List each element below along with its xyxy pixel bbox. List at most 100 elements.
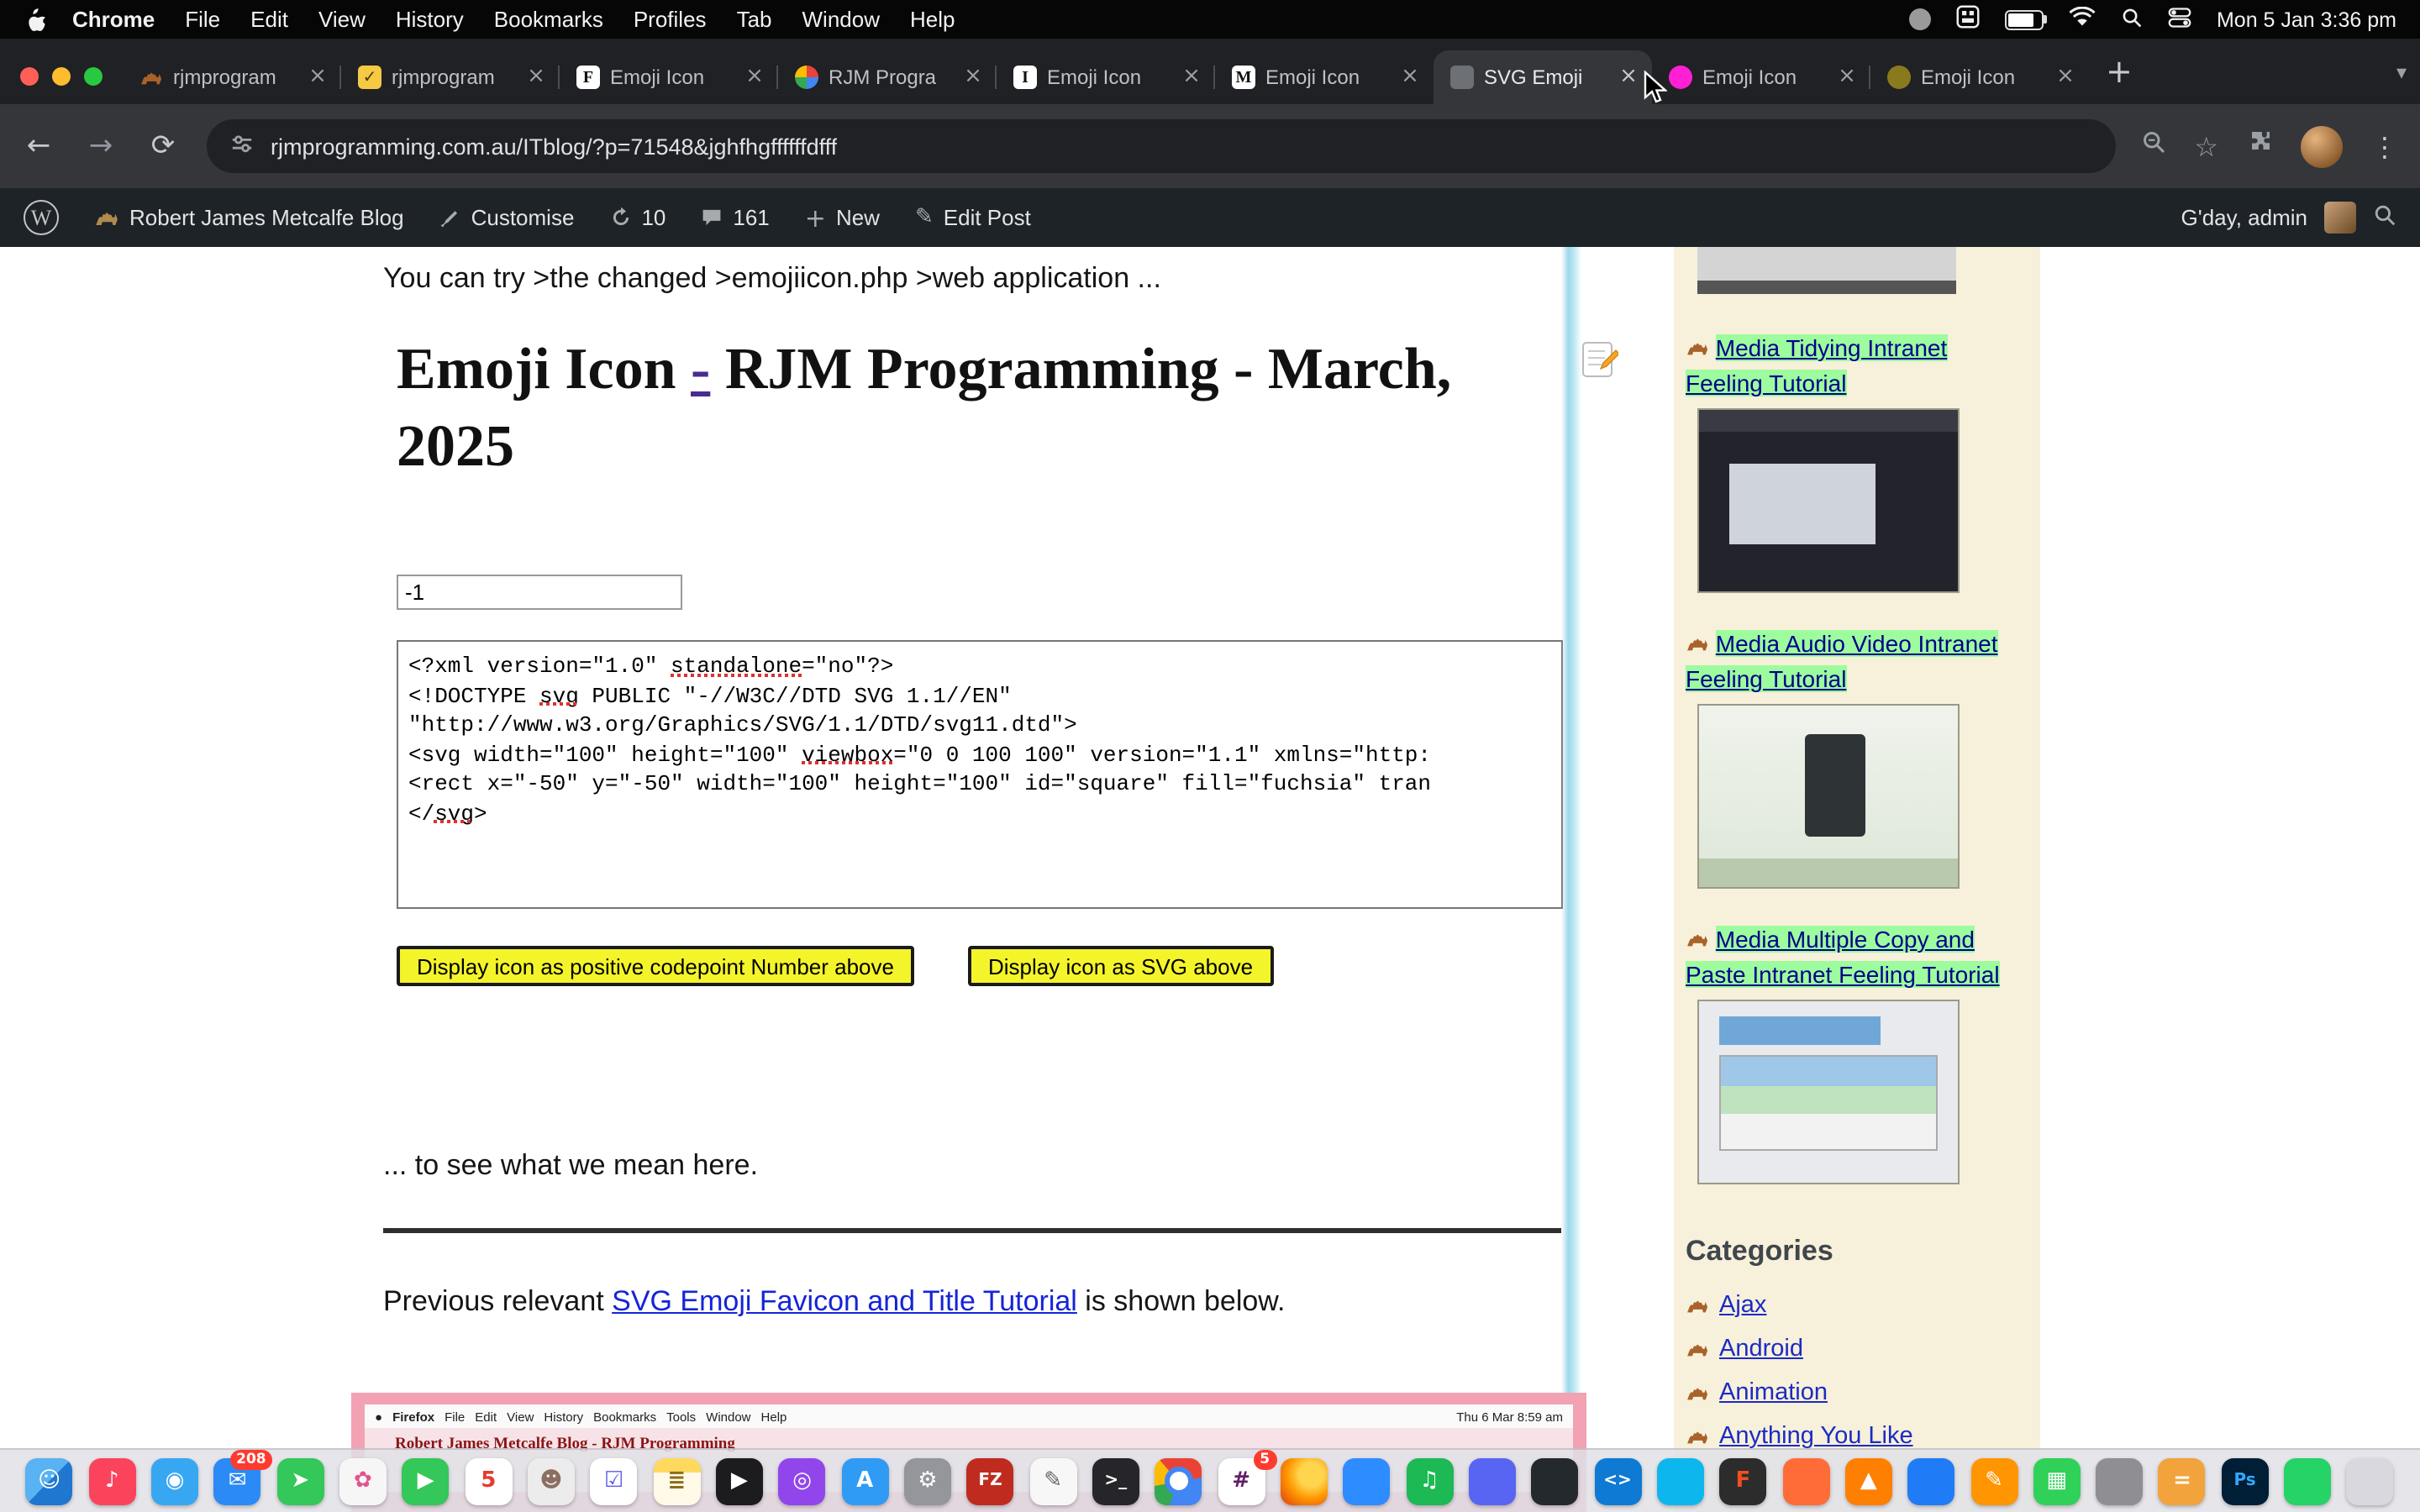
dock-icon-system-settings[interactable]: ⚙ [904,1457,951,1504]
dock-icon-figma[interactable]: F [1719,1457,1766,1504]
tab-8[interactable]: Emoji Icon× [1652,50,1870,104]
bookmark-star-icon[interactable]: ☆ [2194,130,2218,162]
display-number-button[interactable]: Display icon as positive codepoint Numbe… [397,946,914,986]
category-link[interactable]: Animation [1719,1379,1828,1406]
dock-icon-trash[interactable] [2347,1457,2394,1504]
dock-icon-app-store[interactable]: A [841,1457,888,1504]
category-link[interactable]: Android [1719,1336,1803,1362]
reload-button[interactable]: ⟳ [145,129,182,163]
dock-icon-numbers[interactable]: ▦ [2033,1457,2081,1504]
spotlight-icon[interactable] [2121,6,2143,33]
dock-icon-slack[interactable]: #5 [1218,1457,1265,1504]
customise-item[interactable]: Customise [439,205,575,230]
minimize-window-button[interactable] [52,67,71,86]
dock-icon-music[interactable]: ♪ [88,1457,135,1504]
tab-6[interactable]: MEmoji Icon× [1215,50,1434,104]
site-settings-icon[interactable] [230,132,254,160]
back-button[interactable]: ← [20,129,57,163]
new-tab-button[interactable]: + [2106,57,2133,89]
admin-greeting[interactable]: G'day, admin [2181,205,2307,230]
dock-icon-vlc[interactable]: ▲ [1845,1457,1892,1504]
close-window-button[interactable] [20,67,39,86]
dock-icon-postman[interactable] [1782,1457,1829,1504]
display-svg-button[interactable]: Display icon as SVG above [968,946,1273,986]
zoom-icon[interactable] [2140,129,2165,163]
menubar-clock[interactable]: Mon 5 Jan 3:36 pm [2217,8,2396,31]
dock-icon-keynote[interactable] [1907,1457,1954,1504]
control-center-icon[interactable] [2168,6,2191,33]
dock-icon-vscode[interactable]: <> [1594,1457,1641,1504]
dock-icon-calculator[interactable]: = [2159,1457,2206,1504]
dock-icon-preview[interactable] [2096,1457,2143,1504]
edit-note-icon[interactable] [1581,339,1618,388]
edit-post-item[interactable]: ✎ Edit Post [915,205,1031,230]
video-thumbnail-partial[interactable] [1697,247,1956,294]
dock-icon-firefox[interactable] [1281,1457,1328,1504]
category-link[interactable]: Anything You Like [1719,1423,1913,1450]
extensions-icon[interactable] [2247,129,2272,163]
tab-close-icon[interactable]: × [524,66,548,89]
tab-close-icon[interactable]: × [1180,66,1203,89]
admin-search-icon[interactable] [2373,203,2396,232]
previous-link[interactable]: SVG Emoji Favicon and Title Tutorial [612,1285,1077,1317]
forward-button[interactable]: → [82,129,119,163]
tab-1[interactable]: rjmprogram× [123,50,341,104]
menu-bookmarks[interactable]: Bookmarks [494,7,603,32]
tab-close-icon[interactable]: × [961,66,985,89]
dock-icon-terminal[interactable]: >_ [1092,1457,1139,1504]
dock-icon-github[interactable] [1531,1457,1578,1504]
browser-menu-icon[interactable]: ⋮ [2371,130,2400,162]
video-link[interactable]: Media Audio Video Intranet Feeling Tutor… [1686,630,1998,692]
dock-icon-maps[interactable]: ➤ [276,1457,324,1504]
menu-file[interactable]: File [185,7,220,32]
tab-9[interactable]: Emoji Icon× [1870,50,2089,104]
tab-close-icon[interactable]: × [306,66,329,89]
menu-tab[interactable]: Tab [737,7,772,32]
tab-close-icon[interactable]: × [1617,66,1640,89]
dock-icon-notes[interactable]: ≣ [653,1457,700,1504]
battery-icon[interactable] [2005,9,2044,29]
menu-window[interactable]: Window [802,7,881,32]
video-link[interactable]: Media Tidying Intranet Feeling Tutorial [1686,334,1947,396]
tab-4[interactable]: RJM Progra× [778,50,997,104]
tab-close-icon[interactable]: × [1835,66,1859,89]
title-link[interactable]: - [691,336,710,402]
dock-icon-contacts[interactable]: ☻ [528,1457,575,1504]
video-thumbnail[interactable] [1697,1000,1960,1184]
menu-edit[interactable]: Edit [250,7,288,32]
address-bar[interactable]: rjmprogramming.com.au/ITblog/?p=71548&jg… [207,119,2115,173]
dock-icon-filezilla[interactable]: FZ [967,1457,1014,1504]
category-link[interactable]: Ajax [1719,1292,1766,1319]
input-source-icon[interactable] [1956,5,1980,34]
video-link[interactable]: Media Multiple Copy and Paste Intranet F… [1686,926,2000,988]
dock-icon-spotify[interactable]: ♫ [1406,1457,1453,1504]
dock-icon-zoom[interactable] [1343,1457,1390,1504]
svg-code-textarea[interactable]: <?xml version="1.0" standalone="no"?> <!… [397,640,1563,909]
menu-help[interactable]: Help [910,7,955,32]
dock-icon-reminders[interactable]: ☑ [591,1457,638,1504]
menu-history[interactable]: History [396,7,464,32]
dock-icon-docker[interactable] [1657,1457,1704,1504]
dock-icon-finder[interactable]: ☺ [26,1457,73,1504]
dock-icon-photoshop[interactable]: Ps [2222,1457,2269,1504]
admin-avatar[interactable] [2324,202,2356,234]
url-text[interactable]: rjmprogramming.com.au/ITblog/?p=71548&jg… [271,134,837,159]
dock-icon-calendar[interactable]: 5 [465,1457,512,1504]
dock-icon-photos[interactable]: ✿ [339,1457,387,1504]
apple-menu-icon[interactable] [24,6,45,33]
updates-item[interactable]: 10 [609,205,666,230]
dock-icon-tv[interactable]: ▶ [716,1457,763,1504]
dock-icon-chrome[interactable] [1155,1457,1202,1504]
tab-search-icon[interactable]: ▾ [2396,60,2407,84]
profile-avatar[interactable] [2301,125,2343,167]
dock-icon-textedit[interactable]: ✎ [1029,1457,1076,1504]
dock-icon-pages[interactable]: ✎ [1970,1457,2018,1504]
tab-7[interactable]: SVG Emoji× [1434,50,1652,104]
dock-icon-podcasts[interactable]: ◎ [779,1457,826,1504]
wp-logo-item[interactable]: W [24,200,59,235]
tab-2[interactable]: ✓rjmprogram× [341,50,560,104]
comments-item[interactable]: 161 [701,205,769,230]
wifi-icon[interactable] [2069,7,2096,32]
video-thumbnail[interactable] [1697,408,1960,593]
tab-close-icon[interactable]: × [2054,66,2077,89]
